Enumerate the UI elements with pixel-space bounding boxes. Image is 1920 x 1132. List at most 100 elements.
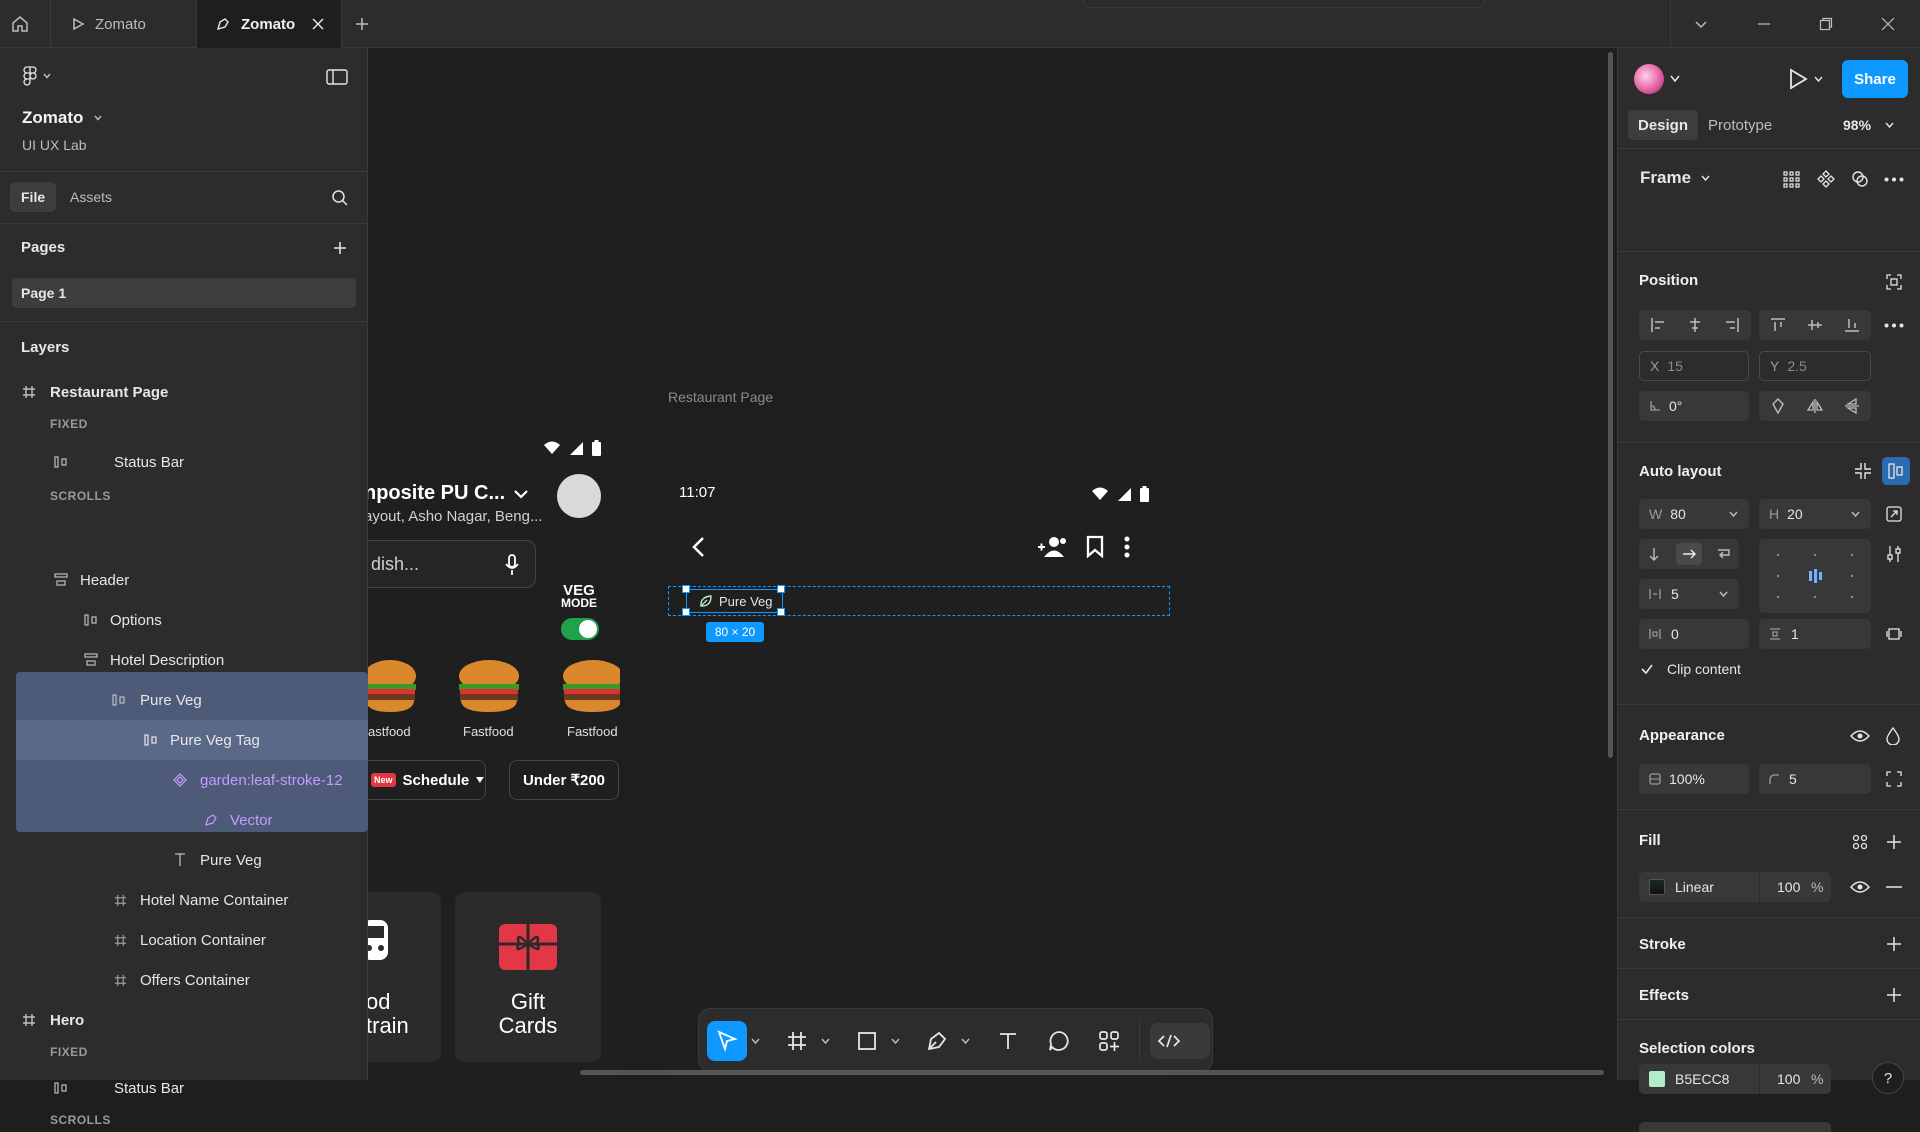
layer-garden-leaf-component[interactable]: garden:leaf-stroke-12 [0, 760, 368, 800]
width-input[interactable]: W 80 [1639, 499, 1749, 529]
minimize-button[interactable] [1733, 0, 1795, 48]
align-top-icon[interactable] [1770, 317, 1786, 333]
styles-grid-icon[interactable] [1852, 834, 1868, 850]
veg-mode-toggle[interactable] [561, 618, 599, 640]
team-name[interactable]: UI UX Lab [22, 137, 87, 153]
layer-offers-container[interactable]: Offers Container [0, 960, 368, 1000]
microphone-icon[interactable] [505, 554, 519, 576]
burger-image[interactable] [556, 656, 620, 720]
opacity-input[interactable]: 100% [1639, 764, 1749, 794]
layer-hotel-name-container[interactable]: Hotel Name Container [0, 880, 368, 920]
layer-pure-veg[interactable]: Pure Veg [0, 680, 368, 720]
rotation-input[interactable]: 0° [1639, 391, 1749, 421]
design-canvas[interactable]: nposite PU C... ayout, Asho Nagar, Beng.… [368, 48, 1616, 1080]
arrow-down-icon[interactable] [1647, 547, 1661, 561]
search-box[interactable]: dish... [368, 540, 536, 588]
vertical-scrollbar[interactable] [1608, 52, 1613, 758]
frame-type-dropdown[interactable]: Frame [1640, 168, 1710, 188]
resize-handle[interactable] [777, 585, 785, 593]
avatar[interactable] [557, 474, 601, 518]
tab-prototype[interactable]: Prototype [1702, 110, 1778, 140]
next-color-row[interactable] [1639, 1122, 1831, 1132]
eye-icon[interactable] [1850, 880, 1870, 894]
flip-horizontal-icon[interactable] [1806, 398, 1823, 414]
align-center-icon[interactable] [1687, 317, 1703, 333]
text-tool-button[interactable] [988, 1021, 1028, 1061]
layer-location-container[interactable]: Location Container [0, 920, 368, 960]
layer-header[interactable]: Header [0, 560, 368, 600]
rotate-icon[interactable] [1770, 398, 1786, 414]
color-swatch[interactable] [1649, 1071, 1665, 1087]
pen-tool-button[interactable] [917, 1021, 957, 1061]
gift-cards-card[interactable]: Gift Cards [455, 892, 601, 1062]
collapse-icon[interactable] [1854, 462, 1872, 480]
burger-image[interactable] [368, 656, 422, 720]
page-item[interactable]: Page 1 [12, 278, 356, 308]
layer-status-bar[interactable]: Status Bar [0, 1069, 368, 1107]
tab-assets[interactable]: Assets [60, 182, 122, 212]
alignment-grid[interactable] [1759, 539, 1871, 613]
chevron-down-icon[interactable] [821, 1038, 830, 1045]
pure-veg-tag[interactable]: Pure Veg [682, 585, 785, 616]
add-group-icon[interactable] [1036, 536, 1068, 558]
add-page-button[interactable] [330, 238, 350, 258]
component-icon[interactable] [1817, 170, 1835, 188]
present-play-icon[interactable] [1788, 68, 1808, 90]
resize-handle[interactable] [682, 585, 690, 593]
more-horizontal-icon[interactable] [1884, 323, 1904, 328]
height-input[interactable]: H 20 [1759, 499, 1871, 529]
hero-frame[interactable]: nposite PU C... ayout, Asho Nagar, Beng.… [368, 418, 620, 1080]
layout-grid-icon[interactable] [1782, 170, 1800, 188]
tab-design[interactable]: Design [1628, 110, 1699, 140]
close-icon[interactable] [311, 17, 325, 31]
resize-icon[interactable] [1886, 506, 1902, 522]
tab-design[interactable]: Zomato [196, 0, 342, 48]
color-opacity[interactable]: 100 [1777, 1071, 1800, 1087]
tab-prototype[interactable]: Zomato [50, 0, 196, 48]
align-middle-icon[interactable] [1807, 317, 1823, 333]
share-button[interactable]: Share [1842, 60, 1908, 98]
tab-file[interactable]: File [10, 182, 57, 212]
blend-drop-icon[interactable] [1886, 727, 1900, 745]
restore-button[interactable] [1795, 0, 1857, 48]
corner-radius-input[interactable]: 5 [1759, 764, 1871, 794]
gap-input[interactable]: 5 [1639, 579, 1739, 609]
fill-opacity[interactable]: 100 [1777, 879, 1800, 895]
schedule-chip[interactable]: New Schedule [368, 760, 486, 800]
flip-vertical-icon[interactable] [1844, 398, 1860, 414]
actions-button[interactable] [1089, 1021, 1129, 1061]
resize-handle[interactable] [777, 608, 785, 616]
horizontal-scrollbar[interactable] [580, 1070, 1604, 1075]
location-title[interactable]: nposite PU C... [368, 482, 529, 505]
tabs-dropdown-button[interactable] [1670, 0, 1732, 48]
chevron-down-icon[interactable] [1814, 76, 1823, 83]
under-200-chip[interactable]: Under ₹200 [509, 760, 619, 800]
boolean-icon[interactable] [1851, 170, 1869, 188]
resize-handle[interactable] [682, 608, 690, 616]
y-input[interactable]: Y 2.5 [1759, 351, 1871, 381]
layout-mode-button[interactable] [1882, 457, 1910, 485]
comment-tool-button[interactable] [1039, 1021, 1079, 1061]
new-tab-button[interactable] [352, 0, 382, 48]
focus-icon[interactable] [1886, 274, 1902, 290]
burger-image[interactable] [452, 656, 526, 720]
avatar[interactable] [1634, 64, 1664, 94]
selection-color-row[interactable]: B5ECC8 100 % [1639, 1064, 1831, 1094]
align-right-icon[interactable] [1724, 317, 1740, 333]
layer-hotel-description[interactable]: Hotel Description [0, 640, 368, 680]
layer-status-bar[interactable]: Status Bar [0, 442, 368, 482]
vertical-padding-input[interactable]: 1 [1759, 619, 1871, 649]
chevron-down-icon[interactable] [751, 1038, 760, 1045]
plus-icon[interactable] [1886, 834, 1902, 850]
back-arrow-icon[interactable] [691, 536, 705, 558]
more-vertical-icon[interactable] [1124, 536, 1130, 558]
chevron-down-icon[interactable] [1670, 75, 1680, 83]
dev-mode-toggle[interactable] [1150, 1023, 1210, 1059]
fill-swatch[interactable] [1649, 879, 1665, 895]
wrap-icon[interactable] [1717, 547, 1731, 561]
move-tool-button[interactable] [707, 1021, 747, 1061]
close-window-button[interactable] [1857, 0, 1919, 48]
home-button[interactable] [0, 0, 50, 48]
layer-options[interactable]: Options [0, 600, 368, 640]
food-on-train-card[interactable]: od train [368, 892, 441, 1062]
